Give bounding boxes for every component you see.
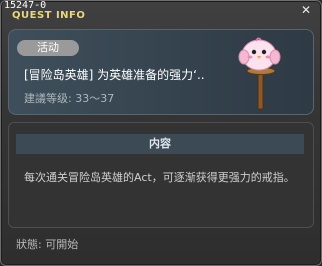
quest-description: 每次通关冒险岛英雄的Act，可逐渐获得更强力的戒指。 xyxy=(24,171,295,184)
close-icon[interactable]: ✕ xyxy=(299,3,313,17)
quest-recommended-level: 建議等级: 33〜37 xyxy=(24,92,115,105)
quest-type-badge: 活动 xyxy=(17,40,79,56)
quest-name: [冒险岛英雄] 为英雄准备的强力‘.. xyxy=(24,68,205,82)
quest-status: 狀態: 可開始 xyxy=(16,238,79,251)
content-section-header: 内容 xyxy=(16,134,304,154)
window-title: QUEST INFO xyxy=(12,10,86,21)
pink-bird-signpost-icon xyxy=(238,37,281,110)
